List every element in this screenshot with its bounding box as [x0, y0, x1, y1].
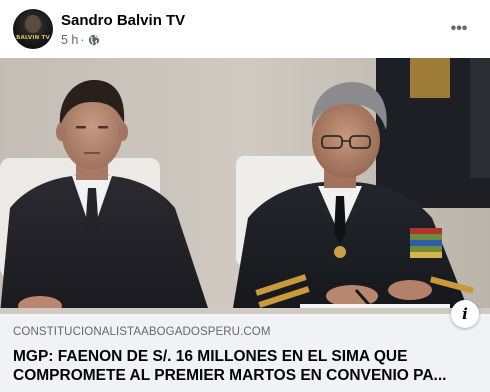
page-avatar[interactable]: BALVIN TV — [13, 9, 53, 49]
post-header: BALVIN TV Sandro Balvin TV 5 h · ••• — [0, 0, 490, 58]
more-options-button[interactable]: ••• — [444, 14, 474, 44]
post-photo[interactable] — [0, 58, 490, 314]
post-timestamp[interactable]: 5 h — [61, 33, 78, 47]
avatar-face — [25, 15, 41, 33]
post-meta: 5 h · — [61, 33, 100, 47]
link-preview[interactable]: CONSTITUCIONALISTAABOGADOSPERU.COM MGP: … — [0, 314, 490, 392]
link-title[interactable]: MGP: FAENON DE S/. 16 MILLONES EN EL SIM… — [13, 347, 473, 385]
link-domain: CONSTITUCIONALISTAABOGADOSPERU.COM — [13, 326, 271, 338]
meta-separator: · — [80, 33, 85, 47]
info-button[interactable]: i — [451, 300, 479, 328]
more-options-icon: ••• — [450, 20, 468, 37]
info-icon: i — [462, 305, 468, 323]
photo-scene — [0, 58, 490, 314]
facebook-post: BALVIN TV Sandro Balvin TV 5 h · ••• CON… — [0, 0, 490, 392]
page-name-link[interactable]: Sandro Balvin TV — [61, 12, 185, 29]
globe-icon[interactable] — [88, 34, 100, 46]
avatar-logo-text: BALVIN TV — [16, 35, 50, 41]
